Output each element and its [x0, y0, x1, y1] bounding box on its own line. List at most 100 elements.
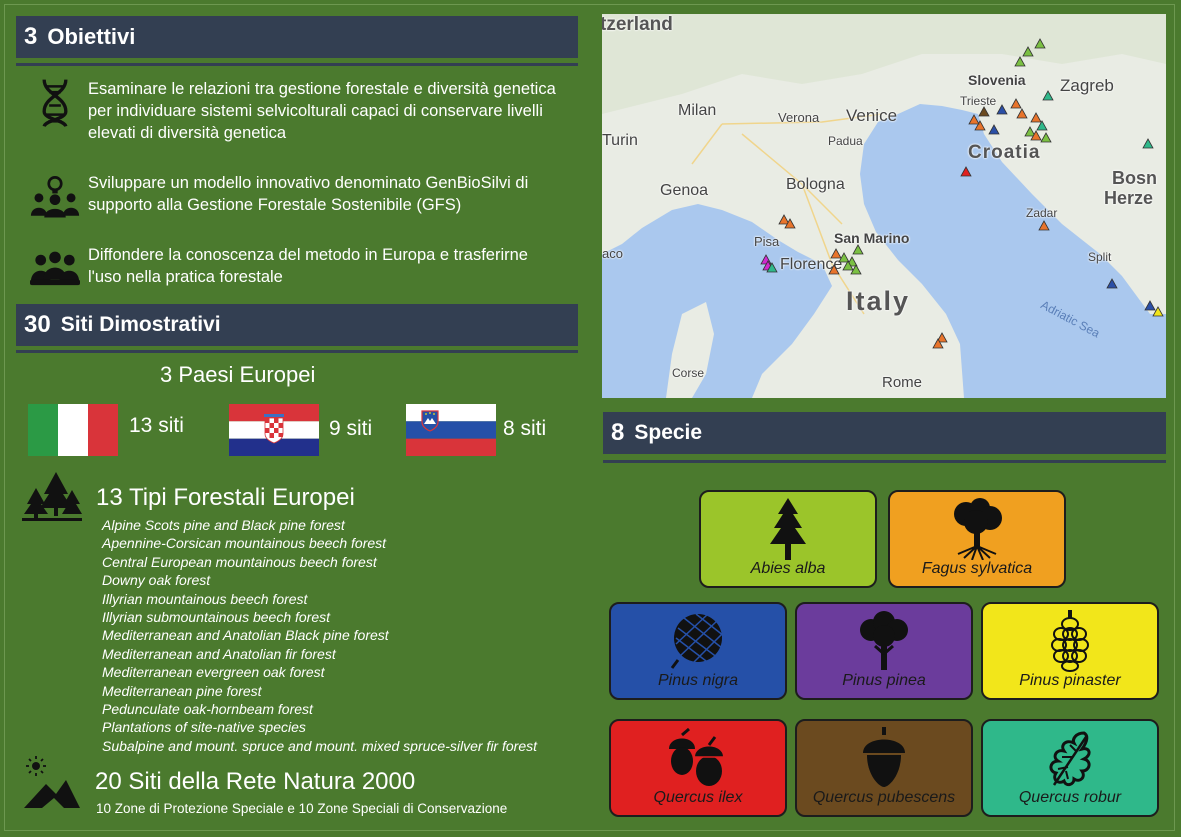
sites-header: 30 Siti Dimostrativi	[16, 304, 578, 346]
slovenia-sites-count: 8 siti	[503, 417, 547, 440]
list-item: Central European mountainous beech fores…	[102, 553, 377, 570]
species-card-quercus-ilex: Quercus ilex	[609, 719, 787, 817]
objectives-count: 3	[24, 23, 38, 50]
site-marker	[1142, 138, 1154, 149]
italy-flag	[28, 404, 118, 456]
sites-header-underline	[16, 350, 578, 353]
site-marker	[1040, 132, 1052, 143]
list-item: Illyrian mountainous beech forest	[102, 590, 308, 607]
site-marker	[1014, 56, 1026, 67]
objective-text: Esaminare le relazioni tra gestione fore…	[88, 80, 556, 142]
countries-label: Paesi Europei	[178, 362, 316, 387]
list-item: Alpine Scots pine and Black pine forest	[102, 517, 345, 533]
site-marker	[1022, 46, 1034, 57]
oak-leaf-icon	[1049, 731, 1091, 787]
maritime-pine-cone-icon	[1051, 610, 1089, 672]
croatia-sites-count: 9 siti	[329, 417, 373, 440]
acorn-icon	[863, 727, 905, 787]
site-marker	[1038, 220, 1050, 231]
site-marker	[996, 104, 1008, 115]
species-name: Pinus pinaster	[1019, 672, 1121, 689]
forest-types-list: Alpine Scots pine and Black pine forest …	[102, 516, 537, 755]
species-card-fagus-sylvatica: Fagus sylvatica	[888, 490, 1066, 588]
natura-title: 20 Siti della Rete Natura 2000	[95, 768, 415, 796]
species-card-abies-alba: Abies alba	[699, 490, 877, 588]
list-item: Mediterranean pine forest	[102, 682, 262, 699]
objective-text: Diffondere la conoscenza del metodo in E…	[88, 246, 528, 286]
natura-count: 20	[95, 768, 122, 795]
objective-item: Sviluppare un modello innovativo denomin…	[30, 172, 558, 222]
species-card-quercus-pubescens: Quercus pubescens	[795, 719, 973, 817]
species-name: Pinus pinea	[842, 672, 926, 689]
site-marker	[830, 248, 842, 259]
site-marker	[1030, 112, 1042, 123]
species-name: Quercus pubescens	[812, 789, 956, 806]
team-idea-icon	[30, 176, 80, 218]
forest-icon	[22, 472, 82, 521]
objectives-header-underline	[16, 63, 578, 66]
forest-types-label: Tipi Forestali Europei	[128, 484, 355, 511]
sites-map: tzerland Slovenia Zagreb Trieste Milan V…	[602, 14, 1166, 398]
list-item: Pedunculate oak-hornbeam forest	[102, 700, 313, 717]
dna-icon	[42, 79, 68, 128]
objectives-header: 3 Obiettivi	[16, 16, 578, 58]
site-marker	[760, 254, 772, 265]
forest-types-count: 13	[96, 484, 123, 511]
croatia-flag	[229, 404, 319, 456]
pine-cone-icon	[670, 613, 725, 669]
natura-label: Siti della Rete Natura 2000	[128, 768, 416, 795]
species-name: Abies alba	[750, 560, 826, 577]
site-marker	[968, 114, 980, 125]
italy-sites-count: 13 siti	[129, 414, 184, 437]
objective-item: Diffondere la conoscenza del metodo in E…	[30, 244, 558, 294]
umbrella-pine-icon	[860, 611, 908, 670]
species-name: Quercus ilex	[653, 789, 743, 806]
site-marker	[1024, 126, 1036, 137]
objective-item: Esaminare le relazioni tra gestione fore…	[30, 78, 558, 144]
site-marker	[1106, 278, 1118, 289]
list-item: Downy oak forest	[102, 572, 211, 589]
list-item: Illyrian submountainous beech forest	[102, 608, 331, 625]
species-header: 8 Specie	[603, 412, 1166, 454]
mountain-sun-icon	[24, 756, 80, 808]
fir-tree-icon	[770, 498, 806, 560]
site-marker	[1042, 90, 1054, 101]
site-marker	[778, 214, 790, 225]
species-card-quercus-robur: Quercus robur	[981, 719, 1159, 817]
countries-count: 3	[160, 362, 173, 387]
people-group-icon	[30, 251, 80, 286]
site-markers	[760, 38, 1164, 349]
sites-count: 30	[24, 311, 51, 338]
site-marker	[988, 124, 1000, 135]
site-marker	[960, 166, 972, 177]
list-item: Mediterranean and Anatolian Black pine f…	[102, 627, 389, 644]
species-card-pinus-nigra: Pinus nigra	[609, 602, 787, 700]
species-name: Quercus robur	[1018, 789, 1122, 806]
site-marker	[1034, 38, 1046, 49]
forest-types-title: 13 Tipi Forestali Europei	[96, 484, 355, 512]
list-item: Apennine-Corsican mountainous beech fore…	[102, 535, 387, 552]
site-marker	[852, 244, 864, 255]
natura-subtitle: 10 Zone di Protezione Speciale e 10 Zone…	[96, 801, 508, 816]
species-header-underline	[603, 460, 1166, 463]
objective-text: Sviluppare un modello innovativo denomin…	[88, 174, 529, 214]
beech-tree-icon	[954, 498, 1002, 560]
list-item: Mediterranean evergreen oak forest	[102, 664, 325, 681]
sites-title: Siti Dimostrativi	[60, 313, 221, 336]
species-count: 8	[611, 419, 625, 446]
species-name: Fagus sylvatica	[921, 560, 1033, 577]
site-marker	[978, 106, 990, 117]
site-marker	[1016, 108, 1028, 119]
countries-title: 3 Paesi Europei	[160, 362, 315, 388]
species-card-pinus-pinaster: Pinus pinaster	[981, 602, 1159, 700]
list-item: Subalpine and mount. spruce and mount. m…	[102, 737, 537, 754]
list-item: Mediterranean and Anatolian fir forest	[102, 645, 336, 662]
site-marker	[1010, 98, 1022, 109]
acorns-icon	[669, 727, 723, 786]
objectives-title: Obiettivi	[47, 24, 136, 49]
species-name: Pinus nigra	[657, 672, 739, 689]
site-marker	[828, 264, 840, 275]
species-title: Specie	[634, 421, 703, 444]
site-marker	[1144, 300, 1156, 311]
slovenia-flag	[406, 404, 496, 456]
